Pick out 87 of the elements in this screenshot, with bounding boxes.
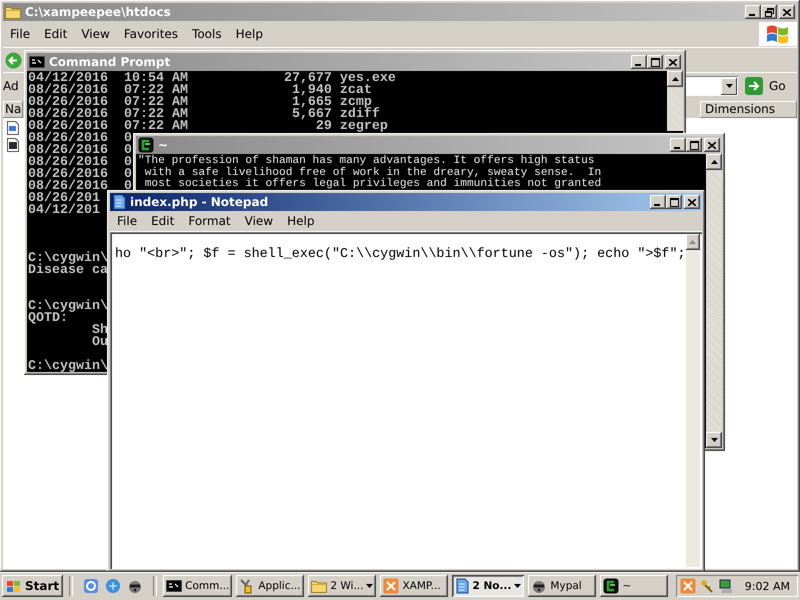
close-icon (708, 142, 716, 148)
up-arrow-icon (710, 160, 718, 164)
console-line: Ou (90, 337, 108, 349)
menu-item[interactable]: Format (181, 214, 238, 228)
menu-item[interactable]: Favorites (116, 27, 186, 41)
column-header[interactable]: Dimensions (700, 101, 797, 118)
notepad-icon (455, 578, 470, 594)
down-arrow-icon (710, 438, 718, 442)
folder-icon (311, 579, 328, 593)
close-button[interactable] (665, 55, 681, 69)
taskbar-button[interactable]: Comm... (163, 575, 232, 597)
folder-icon (5, 5, 21, 19)
scroll-down-button[interactable] (706, 432, 722, 448)
close-button[interactable] (779, 5, 795, 19)
close-button[interactable] (684, 195, 700, 209)
file-icon (7, 138, 19, 152)
taskbar-button[interactable]: XAMP... (380, 575, 448, 597)
console-line: C:\cygwin\ (28, 253, 108, 265)
menu-item[interactable]: File (3, 27, 38, 41)
minimize-button[interactable] (631, 55, 647, 69)
close-button[interactable] (704, 138, 720, 152)
terminal-icon (603, 578, 620, 594)
window-title: Command Prompt (49, 55, 172, 69)
clock: 9:02 AM (744, 580, 790, 592)
column-header[interactable]: Na (3, 101, 23, 118)
minimize-button[interactable] (745, 5, 761, 19)
taskbar-button[interactable]: 2 No... (452, 575, 524, 597)
close-icon (783, 8, 791, 16)
restore-icon (764, 8, 774, 16)
dropdown-button[interactable] (721, 78, 737, 94)
start-button[interactable]: Start (2, 575, 64, 597)
console-line: Disease ca (28, 265, 108, 277)
taskbar-button[interactable]: ~ (600, 575, 668, 597)
console-line: C:\cygwin\ (28, 301, 108, 313)
restore-button[interactable] (761, 5, 777, 19)
close-icon (669, 58, 677, 66)
taskbar-button[interactable]: 2 Wi... (308, 575, 376, 597)
browser-icon[interactable] (83, 578, 100, 594)
menu-item[interactable]: File (110, 214, 144, 228)
go-button[interactable]: Go (741, 77, 797, 95)
maximize-icon (670, 198, 678, 206)
menu-item[interactable]: Edit (144, 214, 182, 228)
menu-item[interactable]: Help (280, 214, 322, 228)
window-title: ~ (158, 138, 170, 152)
console-line: 04/12/201 (28, 205, 100, 217)
caret-icon (726, 84, 732, 88)
scroll-up-button[interactable] (686, 234, 700, 250)
menu-item[interactable]: View (238, 214, 280, 228)
terminal-icon (138, 137, 154, 153)
taskbar-button[interactable]: Mypal (528, 575, 596, 597)
maximize-icon (690, 140, 698, 150)
up-arrow-icon (689, 240, 696, 244)
address-label: Ad (3, 79, 20, 93)
caret-icon (366, 584, 374, 588)
scrollbar[interactable] (706, 154, 722, 448)
editor-text: ho "<br>"; $f = shell_exec("C:\\cygwin\\bin\\fortune -os"); echo ">$f"; (115, 247, 686, 262)
scroll-up-button[interactable] (667, 71, 683, 87)
scroll-up-button[interactable] (706, 154, 722, 170)
console-line: QOTD: (28, 313, 68, 325)
maximize-icon (650, 58, 660, 66)
up-arrow-icon (672, 77, 678, 81)
computer-icon[interactable] (718, 578, 734, 594)
scrollbar[interactable] (667, 71, 683, 131)
window-title: C:\xampeepee\htdocs (25, 5, 172, 19)
taskbar-button[interactable]: Applic... (236, 575, 304, 597)
console-line: C:\cygwin\ (28, 361, 108, 372)
console-line: Sh (90, 325, 108, 337)
minimize-button[interactable] (670, 138, 686, 152)
close-icon (688, 198, 696, 206)
scrollbar[interactable] (686, 234, 700, 567)
terminal-output: "The profession of shaman has many advantages. It offers high status with a safe livelihood free of work in the dreary, sweaty sense. In most societies it offers legal privileges and immunities not granted (137, 154, 602, 190)
windows-logo-icon (6, 579, 22, 593)
caret-icon (514, 584, 522, 588)
console-icon (166, 580, 182, 592)
console-icon (29, 56, 45, 68)
menu-item[interactable]: Help (228, 27, 270, 41)
file-icon (7, 121, 19, 135)
notepad-icon (112, 194, 126, 210)
window-title: index.php - Notepad (130, 195, 270, 209)
maximize-button[interactable] (666, 195, 682, 209)
maximize-button[interactable] (647, 55, 663, 69)
square-logo-icon (383, 578, 400, 594)
maximize-button[interactable] (686, 138, 702, 152)
menu-item[interactable]: Edit (37, 27, 74, 41)
minimize-button[interactable] (650, 195, 666, 209)
menu-item[interactable]: Tools (185, 27, 229, 41)
menu-item[interactable]: View (74, 27, 117, 41)
